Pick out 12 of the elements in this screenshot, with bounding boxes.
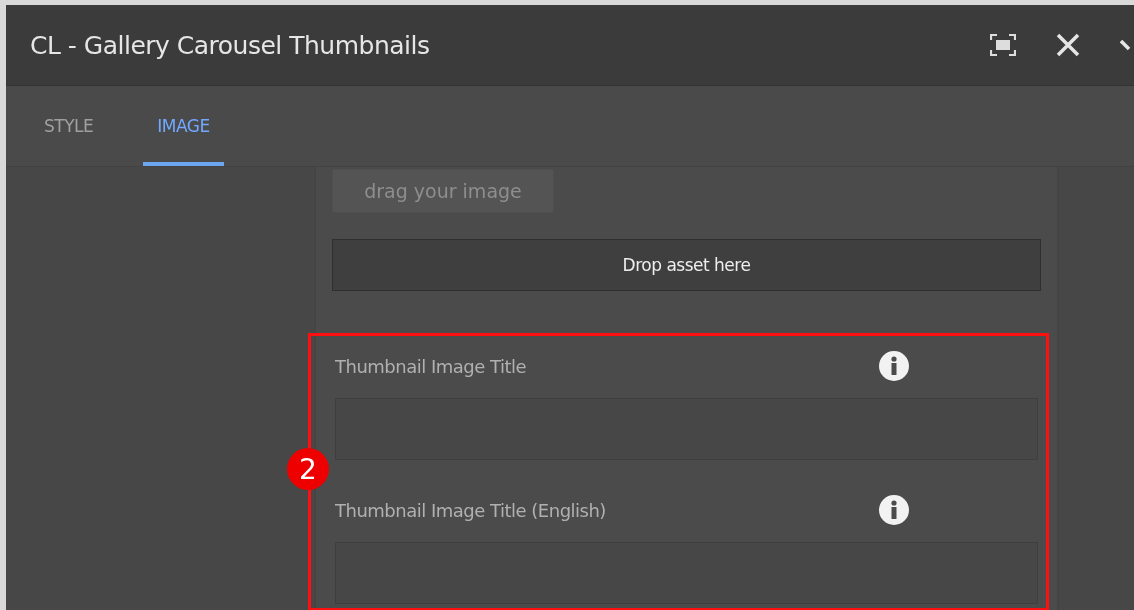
info-icon[interactable] (878, 494, 910, 526)
close-icon (1056, 33, 1080, 57)
drop-zone[interactable]: Drop asset here (332, 239, 1041, 291)
tab[interactable]: STYLE (30, 86, 108, 166)
close-button[interactable] (1056, 33, 1080, 57)
info-icon[interactable] (878, 350, 910, 382)
annotation-marker: 2 (287, 448, 329, 490)
field-label: Thumbnail Image Title (English) (335, 499, 606, 521)
field-label: Thumbnail Image Title (335, 355, 527, 377)
window-title: CL - Gallery Carousel Thumbnails (30, 30, 431, 60)
fullscreen-button[interactable] (990, 34, 1016, 56)
fullscreen-icon (990, 34, 1016, 56)
